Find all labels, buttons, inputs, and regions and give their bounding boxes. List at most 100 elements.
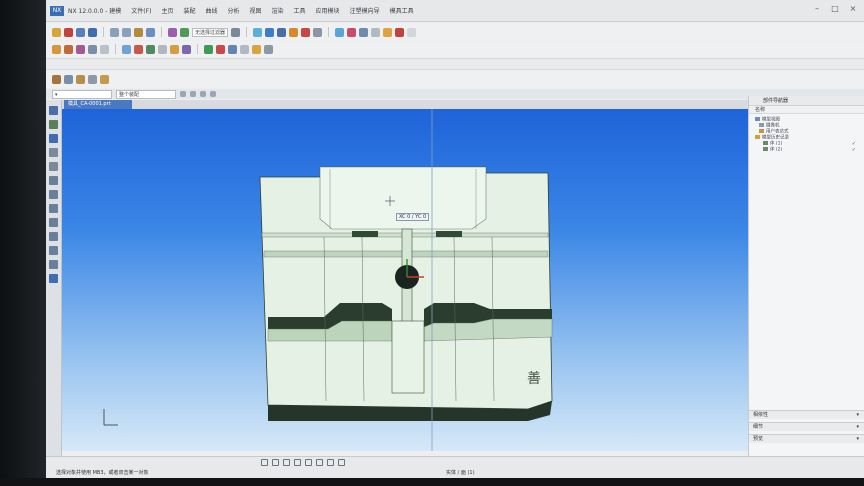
dependencies-panel[interactable]: 相依性 ▾ [749,410,864,419]
fit-view-icon[interactable] [253,27,263,37]
save-icon[interactable] [88,27,97,37]
copy-icon[interactable] [146,27,155,37]
preview-panel[interactable]: 预览 ▾ [749,434,864,443]
scope-dropdown[interactable]: 整个装配 [116,89,176,99]
window-icon[interactable] [168,27,177,37]
menu-home[interactable]: 主页 [161,6,173,15]
color-icon[interactable] [395,27,405,37]
snap-point-icon[interactable] [180,91,186,97]
menu-file[interactable]: 文件(F) [131,6,151,15]
wireframe-icon[interactable] [301,27,311,37]
unite-icon[interactable] [122,44,131,54]
sketch-icon[interactable] [52,44,61,54]
move-face-icon[interactable] [228,44,237,54]
toolbar-separator [328,27,330,37]
zoom-icon[interactable] [265,27,275,37]
mold-tool-4-icon[interactable] [88,74,97,84]
checkmark-icon[interactable]: ✓ [852,147,856,153]
mirror-icon[interactable] [264,44,273,54]
snap-icon[interactable] [338,459,345,466]
menu-icon[interactable] [52,27,61,37]
menu-analysis[interactable]: 分析 [227,6,239,15]
nav-node-body-2[interactable]: 体 (2) ✓ [755,147,864,153]
mold-tool-3-icon[interactable] [76,74,85,84]
undo-icon[interactable] [110,27,119,37]
menu-assembly[interactable]: 装配 [183,6,195,15]
close-icon[interactable]: × [848,4,858,14]
snap-icon[interactable] [327,459,334,466]
block-icon[interactable] [100,44,109,54]
layer-icon[interactable] [180,27,189,37]
offset-face-icon[interactable] [204,44,213,54]
snap-icon[interactable] [305,459,312,466]
subtract-icon[interactable] [134,44,143,54]
intersect-icon[interactable] [146,44,155,54]
blend-icon[interactable] [170,44,179,54]
snap-icon[interactable] [316,459,323,466]
open-icon[interactable] [76,27,85,37]
snap-center-icon[interactable] [210,91,216,97]
minimize-icon[interactable]: – [812,4,822,14]
menu-tools[interactable]: 工具 [294,6,306,15]
measure-icon[interactable] [347,27,357,37]
snap-mid-icon[interactable] [200,91,206,97]
orient-icon[interactable] [335,27,345,37]
expand-icon[interactable]: ▾ [856,423,859,432]
system-scenes-icon[interactable] [49,246,58,255]
graphics-window[interactable]: XC 0 / YC 0 善 [62,109,748,451]
mold-tool-2-icon[interactable] [64,74,73,84]
maximize-icon[interactable]: □ [830,4,840,14]
grid-icon[interactable] [371,27,381,37]
part-navigator-icon[interactable] [49,134,58,143]
details-panel[interactable]: 细节 ▾ [749,422,864,431]
snap-icon[interactable] [294,459,301,466]
highlight-icon[interactable] [383,27,393,37]
system-materials-icon[interactable] [49,190,58,199]
trim-body-icon[interactable] [158,44,167,54]
menu-view[interactable]: 视图 [250,6,262,15]
selection-filter-field[interactable]: 无选择过滤器 [192,27,229,37]
palette-icon[interactable] [49,260,58,269]
search-icon[interactable] [231,27,241,37]
replace-face-icon[interactable] [216,44,225,54]
rotate-icon[interactable] [277,27,287,37]
analysis-icon[interactable] [359,27,369,37]
circle-icon[interactable] [407,27,417,37]
shaded-icon[interactable] [289,27,299,37]
revolve-icon[interactable] [76,44,85,54]
history-icon[interactable] [49,176,58,185]
snap-icon[interactable] [261,459,268,466]
web-browser-icon[interactable] [49,162,58,171]
text-icon[interactable] [283,459,290,466]
roles-icon[interactable] [49,232,58,241]
menu-applications[interactable]: 应用模块 [316,6,340,15]
delete-face-icon[interactable] [240,44,249,54]
mold-wizard-icon[interactable] [49,274,58,283]
pattern-icon[interactable] [252,44,261,54]
mold-tool-1-icon[interactable] [52,74,61,84]
menu-curve[interactable]: 曲线 [205,6,217,15]
redo-icon[interactable] [122,27,131,37]
hole-icon[interactable] [88,44,97,54]
assembly-navigator-icon[interactable] [49,106,58,115]
reuse-library-icon[interactable] [49,148,58,157]
snap-icon[interactable] [272,459,279,466]
menu-mold-wizard[interactable]: 注塑模向导 [350,6,380,15]
mold-tool-5-icon[interactable] [100,74,109,84]
section-icon[interactable] [313,27,323,37]
manufacturing-wizard-icon[interactable] [49,218,58,227]
snap-end-icon[interactable] [190,91,196,97]
chamfer-icon[interactable] [182,44,191,54]
cut-icon[interactable] [134,27,143,37]
menu-render[interactable]: 渲染 [272,6,284,15]
extrude-icon[interactable] [64,44,73,54]
document-tab[interactable]: 模具_CA-0001.prt [64,100,132,109]
navigator-column-header[interactable]: 名称 [749,106,864,114]
expand-icon[interactable]: ▾ [856,411,859,420]
process-studio-icon[interactable] [49,204,58,213]
type-filter-dropdown[interactable]: ▾ [52,89,112,99]
menu-mold-tools[interactable]: 模具工具 [390,6,414,15]
constraint-navigator-icon[interactable] [49,120,58,129]
expand-icon[interactable]: ▾ [856,435,859,444]
new-icon[interactable] [64,27,73,37]
